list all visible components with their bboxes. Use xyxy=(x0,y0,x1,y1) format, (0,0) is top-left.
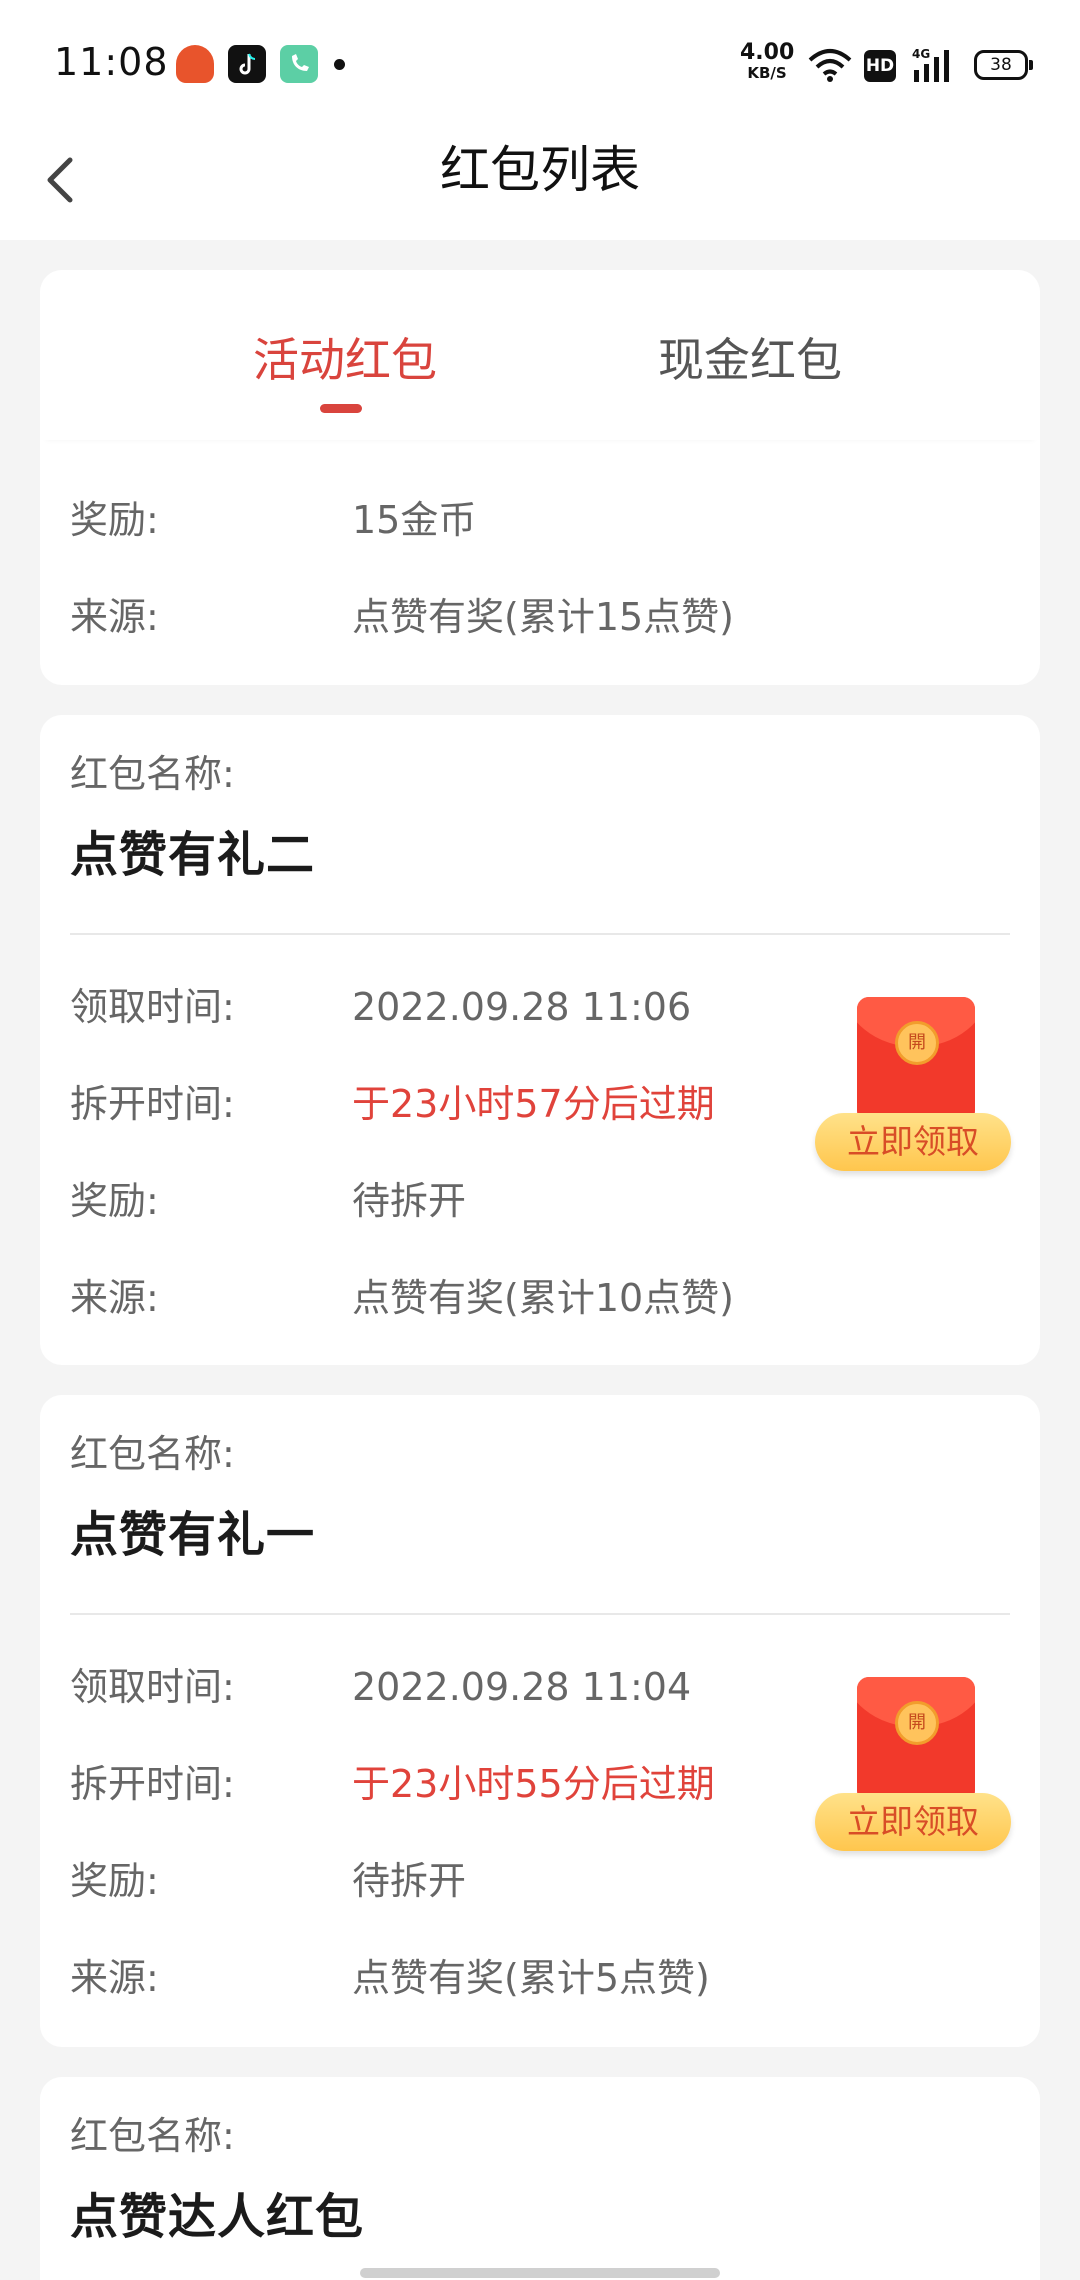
source-label: 来源: xyxy=(70,595,159,639)
red-envelope-icon: 開 xyxy=(857,997,975,1123)
status-time: 11:08 xyxy=(54,40,169,84)
more-notifications-dot-icon xyxy=(334,59,345,70)
redpacket-card: 红包名称: 点赞达人红包 xyxy=(40,2077,1040,2280)
redpacket-name: 点赞有礼一 xyxy=(70,1507,316,1563)
redpacket-claim-widget[interactable]: 開 立即领取 xyxy=(815,1677,1015,1857)
reward-label: 奖励: xyxy=(70,498,159,542)
svg-text:4G: 4G xyxy=(912,47,930,61)
divider xyxy=(70,1613,1010,1615)
receive-time-value: 2022.09.28 11:06 xyxy=(352,985,692,1029)
reward-value: 待拆开 xyxy=(352,1179,467,1223)
source-value: 点赞有奖(累计10点赞) xyxy=(352,1276,735,1320)
reward-value: 15金币 xyxy=(352,498,477,542)
redpacket-name: 点赞达人红包 xyxy=(70,2189,365,2245)
source-label: 来源: xyxy=(70,1956,159,2000)
envelope-seal: 開 xyxy=(895,1021,939,1065)
expiry-countdown: 于23小时57分后过期 xyxy=(352,1082,715,1126)
claim-now-button[interactable]: 立即领取 xyxy=(815,1113,1011,1171)
wifi-icon xyxy=(808,46,852,84)
page-title: 红包列表 xyxy=(440,141,640,199)
redpacket-name-label: 红包名称: xyxy=(70,752,235,796)
redpacket-name: 点赞有礼二 xyxy=(70,827,316,883)
network-speed-value: 4.00 xyxy=(740,40,795,65)
redpacket-card: 红包名称: 点赞有礼一 领取时间: 2022.09.28 11:04 拆开时间:… xyxy=(40,1395,1040,2047)
reward-label: 奖励: xyxy=(70,1179,159,1223)
phone-notification-icon xyxy=(280,45,318,83)
network-speed: 4.00 KB/S xyxy=(740,42,794,81)
source-label: 来源: xyxy=(70,1276,159,1320)
status-bar: 11:08 4.00 KB/S HD 4G 38 xyxy=(0,0,1080,120)
network-speed-unit: KB/S xyxy=(747,64,787,82)
redpacket-card: 红包名称: 点赞有礼二 领取时间: 2022.09.28 11:06 拆开时间:… xyxy=(40,715,1040,1365)
reward-label: 奖励: xyxy=(70,1859,159,1903)
receive-time-value: 2022.09.28 11:04 xyxy=(352,1665,692,1709)
red-envelope-icon: 開 xyxy=(857,1677,975,1803)
source-value: 点赞有奖(累计5点赞) xyxy=(352,1956,710,2000)
signal-icon: 4G xyxy=(912,46,960,84)
reward-value: 待拆开 xyxy=(352,1859,467,1903)
envelope-seal: 開 xyxy=(895,1701,939,1745)
tab-cash-redpacket[interactable]: 现金红包 xyxy=(630,325,870,395)
divider xyxy=(70,933,1010,935)
receive-time-label: 领取时间: xyxy=(70,985,235,1029)
tab-bar: 活动红包 现金红包 xyxy=(40,270,1040,440)
screen: 11:08 4.00 KB/S HD 4G 38 红包列表 奖励: 15金币 来… xyxy=(0,0,1080,2280)
open-time-label: 拆开时间: xyxy=(70,1082,235,1126)
hd-icon: HD xyxy=(864,50,896,82)
expiry-countdown: 于23小时55分后过期 xyxy=(352,1762,715,1806)
home-indicator[interactable] xyxy=(360,2268,720,2278)
open-time-label: 拆开时间: xyxy=(70,1762,235,1806)
redpacket-name-label: 红包名称: xyxy=(70,1432,235,1476)
receive-time-label: 领取时间: xyxy=(70,1665,235,1709)
nav-bar: 红包列表 xyxy=(0,120,1080,240)
claim-now-button[interactable]: 立即领取 xyxy=(815,1793,1011,1851)
app-notification-icon xyxy=(176,45,214,83)
source-value: 点赞有奖(累计15点赞) xyxy=(352,595,735,639)
tab-activity-redpacket[interactable]: 活动红包 xyxy=(230,325,460,395)
battery-icon: 38 xyxy=(974,50,1033,80)
active-tab-indicator xyxy=(320,404,362,413)
redpacket-claim-widget[interactable]: 開 立即领取 xyxy=(815,997,1015,1177)
tiktok-notification-icon xyxy=(228,45,266,83)
redpacket-name-label: 红包名称: xyxy=(70,2114,235,2158)
